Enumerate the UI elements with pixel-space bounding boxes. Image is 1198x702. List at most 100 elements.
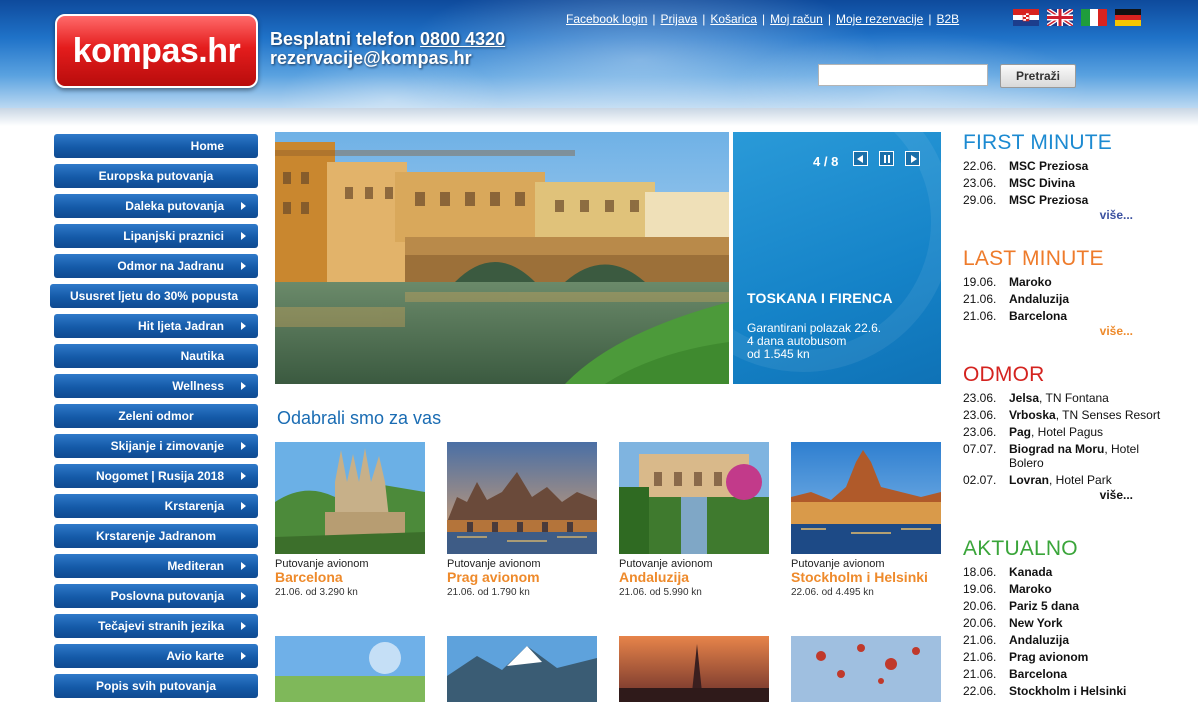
list-item[interactable]: 18.06. Kanada [963, 565, 1163, 579]
product-image-row2[interactable] [447, 636, 597, 702]
product-image-stockholm[interactable] [791, 442, 941, 554]
arrow-right-icon [241, 232, 246, 240]
list-item[interactable]: 21.06. Barcelona [963, 667, 1163, 681]
menu-item-popis-svih-putovanja[interactable]: Popis svih putovanja [54, 674, 258, 698]
product-name[interactable]: Stockholm i Helsinki [791, 570, 941, 585]
more-link[interactable]: više... [963, 208, 1133, 222]
menu-item-wellness[interactable]: Wellness [54, 374, 258, 398]
list-item[interactable]: 20.06. Pariz 5 dana [963, 599, 1163, 613]
product-card[interactable]: Putovanje avionom Stockholm i Helsinki 2… [791, 442, 941, 598]
menu-item-mediteran[interactable]: Mediteran [54, 554, 258, 578]
product-image-row2[interactable] [619, 636, 769, 702]
menu-item-skijanje[interactable]: Skijanje i zimovanje [54, 434, 258, 458]
list-item[interactable]: 23.06. Vrboska, TN Senses Resort [963, 408, 1163, 422]
more-link[interactable]: više... [963, 488, 1133, 502]
product-name[interactable]: Andaluzija [619, 570, 769, 585]
product-image-row2[interactable] [791, 636, 941, 702]
slide-next-icon[interactable] [905, 151, 920, 166]
menu-item-label: Mediteran [167, 559, 224, 573]
my-reservations-link[interactable]: Moje rezervacije [836, 12, 923, 26]
flag-croatia-icon[interactable] [1013, 9, 1039, 26]
menu-item-europska-putovanja[interactable]: Europska putovanja [54, 164, 258, 188]
product-name[interactable]: Prag avionom [447, 570, 597, 585]
product-image-barcelona[interactable] [275, 442, 425, 554]
menu-item-krstarenje-jadranom[interactable]: Krstarenje Jadranom [54, 524, 258, 548]
list-item[interactable]: 29.06. MSC Preziosa [963, 193, 1163, 207]
slide-info-panel[interactable]: 4 / 8 TOSKANA I FIRENCA Garantirani pola… [733, 132, 941, 384]
arrow-right-icon [241, 322, 246, 330]
odmor-title[interactable]: ODMOR [963, 364, 1163, 386]
product-card[interactable]: Putovanje avionom Prag avionom 21.06. od… [447, 442, 597, 598]
slide-description: Garantirani polazak 22.6. 4 dana autobus… [747, 322, 881, 361]
menu-item-hit-ljeta-jadran[interactable]: Hit ljeta Jadran [54, 314, 258, 338]
arrow-right-icon [241, 502, 246, 510]
menu-item-label: Zeleni odmor [118, 409, 194, 423]
aktualno-title[interactable]: AKTUALNO [963, 538, 1163, 560]
contact-info: Besplatni telefon 0800 4320 rezervacije@… [270, 30, 505, 68]
product-card[interactable]: Putovanje avionom Andaluzija 21.06. od 5… [619, 442, 769, 598]
search-input[interactable] [818, 64, 988, 86]
product-price: 21.06. od 1.790 kn [447, 587, 530, 598]
list-item[interactable]: 21.06. Andaluzija [963, 292, 1163, 306]
menu-item-ususret-ljetu[interactable]: Ususret ljetu do 30% popusta [50, 284, 258, 308]
more-link[interactable]: više... [963, 324, 1133, 338]
menu-item-nogomet[interactable]: Nogomet | Rusija 2018 [54, 464, 258, 488]
flag-uk-icon[interactable] [1047, 9, 1073, 26]
menu-item-home[interactable]: Home [54, 134, 258, 158]
list-item[interactable]: 22.06. MSC Preziosa [963, 159, 1163, 173]
menu-item-zeleni-odmor[interactable]: Zeleni odmor [54, 404, 258, 428]
menu-item-label: Popis svih putovanja [95, 679, 217, 693]
menu-item-krstarenja[interactable]: Krstarenja [54, 494, 258, 518]
facebook-login-link[interactable]: Facebook login [566, 12, 647, 26]
first-minute-box: FIRST MINUTE 22.06. MSC Preziosa 23.06. MS… [963, 132, 1163, 223]
menu-item-avio-karte[interactable]: Avio karte [54, 644, 258, 668]
slide-prev-icon[interactable] [853, 151, 868, 166]
search-button[interactable]: Pretraži [1000, 64, 1076, 88]
list-item[interactable]: 02.07. Lovran, Hotel Park [963, 473, 1163, 487]
email-link[interactable]: rezervacije@kompas.hr [270, 49, 505, 68]
menu-item-label: Lipanjski praznici [123, 229, 224, 243]
list-item[interactable]: 19.06. Maroko [963, 582, 1163, 596]
b2b-link[interactable]: B2B [936, 12, 959, 26]
first-minute-title[interactable]: FIRST MINUTE [963, 132, 1163, 154]
menu-item-label: Tečajevi stranih jezika [98, 619, 224, 633]
last-minute-title[interactable]: LAST MINUTE [963, 248, 1163, 270]
slide-pause-icon[interactable] [879, 151, 894, 166]
product-name[interactable]: Barcelona [275, 570, 425, 585]
menu-item-odmor-na-jadranu[interactable]: Odmor na Jadranu [54, 254, 258, 278]
list-item[interactable]: 21.06. Prag avionom [963, 650, 1163, 664]
list-item[interactable]: 07.07. Biograd na Moru, Hotel Bolero [963, 442, 1163, 470]
menu-item-label: Hit ljeta Jadran [137, 319, 224, 333]
menu-item-tecajevi[interactable]: Tečajevi stranih jezika [54, 614, 258, 638]
list-item[interactable]: 23.06. Jelsa, TN Fontana [963, 391, 1163, 405]
menu-item-daleka-putovanja[interactable]: Daleka putovanja [54, 194, 258, 218]
flag-germany-icon[interactable] [1115, 9, 1141, 26]
menu-item-label: Nogomet | Rusija 2018 [95, 469, 224, 483]
list-item[interactable]: 23.06. Pag, Hotel Pagus [963, 425, 1163, 439]
menu-item-poslovna-putovanja[interactable]: Poslovna putovanja [54, 584, 258, 608]
phone-link[interactable]: 0800 4320 [420, 29, 505, 49]
site-logo[interactable]: kompas.hr [55, 14, 258, 88]
cart-link[interactable]: Košarica [710, 12, 757, 26]
menu-item-label: Home [190, 139, 224, 153]
list-item[interactable]: 19.06. Maroko [963, 275, 1163, 289]
list-item[interactable]: 21.06. Barcelona [963, 309, 1163, 323]
list-item[interactable]: 21.06. Andaluzija [963, 633, 1163, 647]
list-item[interactable]: 23.06. MSC Divina [963, 176, 1163, 190]
list-item[interactable]: 20.06. New York [963, 616, 1163, 630]
product-image-row2[interactable] [275, 636, 425, 702]
menu-item-lipanjski-praznici[interactable]: Lipanjski praznici [54, 224, 258, 248]
slide-title[interactable]: TOSKANA I FIRENCA [747, 290, 893, 306]
product-image-andaluzija[interactable] [619, 442, 769, 554]
page: kompas.hr Besplatni telefon 0800 4320 re… [0, 0, 1198, 702]
menu-item-nautika[interactable]: Nautika [54, 344, 258, 368]
slide-image-florence[interactable] [275, 132, 729, 384]
login-link[interactable]: Prijava [661, 12, 698, 26]
menu-item-label: Ususret ljetu do 30% popusta [69, 289, 239, 303]
arrow-right-icon [241, 592, 246, 600]
product-image-prag[interactable] [447, 442, 597, 554]
product-card[interactable]: Putovanje avionom Barcelona 21.06. od 3.… [275, 442, 425, 598]
list-item[interactable]: 22.06. Stockholm i Helsinki [963, 684, 1163, 698]
flag-italy-icon[interactable] [1081, 9, 1107, 26]
my-account-link[interactable]: Moj račun [770, 12, 823, 26]
